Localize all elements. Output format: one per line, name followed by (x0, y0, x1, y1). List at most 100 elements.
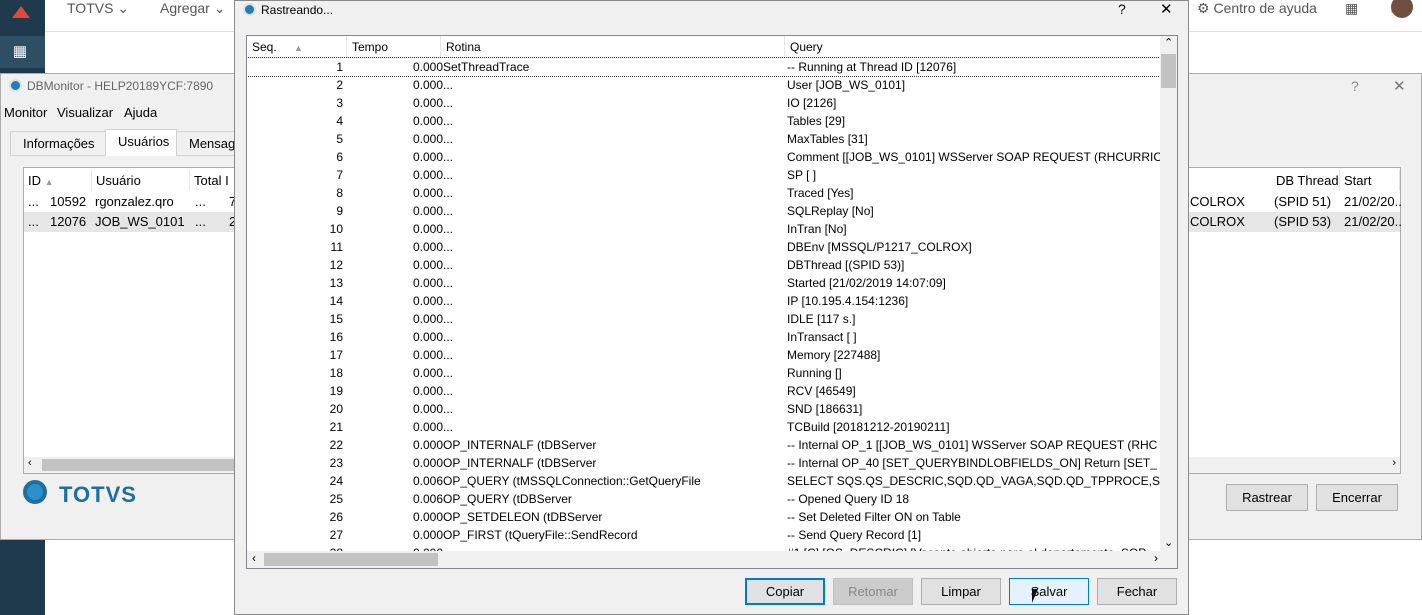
trace-row[interactable]: 27 0.000 OP_FIRST (tQueryFile::SendRecord -… (247, 526, 1162, 544)
cell-query: SQLReplay [No] (787, 204, 874, 218)
rastrear-button[interactable]: Rastrear (1226, 484, 1308, 511)
scroll-thumb[interactable] (1161, 54, 1176, 88)
trace-vscrollbar[interactable]: ⌃ ⌄ (1160, 36, 1177, 551)
trace-row-selected[interactable]: 1 0.000 SetThreadTrace -- Running at Thread… (247, 57, 1163, 77)
menu-monitor[interactable]: Monitor (4, 105, 47, 120)
encerrar-button[interactable]: Encerrar (1316, 484, 1398, 511)
scroll-thumb[interactable] (42, 459, 242, 471)
salvar-button[interactable]: Salvar (1009, 578, 1089, 605)
column-usuario[interactable]: Usuário (92, 170, 190, 191)
trace-hscrollbar[interactable]: ‹ › (247, 551, 1162, 568)
row-thread: (SPID 51) (1274, 194, 1332, 209)
scroll-left-icon[interactable]: ‹ (28, 457, 32, 469)
row-id: 10592 (50, 194, 87, 209)
limpar-button[interactable]: Limpar (921, 578, 1001, 605)
cell-query: Started [21/02/2019 14:07:09] (787, 276, 946, 290)
menu-visualizar[interactable]: Visualizar (57, 105, 113, 120)
trace-row[interactable]: 18 0.000... Running [] (247, 364, 1162, 382)
scroll-left-icon[interactable]: ‹ (252, 551, 256, 565)
trace-row[interactable]: 11 0.000... DBEnv [MSSQL/P1217_COLROX] (247, 238, 1162, 256)
trace-row[interactable]: 8 0.000... Traced [Yes] (247, 184, 1162, 202)
cell-rotina: ... (443, 420, 454, 434)
trace-row[interactable]: 10 0.000... InTran [No] (247, 220, 1162, 238)
cell-rotina: ... (443, 204, 454, 218)
row-dots2: ... (195, 194, 206, 209)
cell-seq: 17 (329, 348, 343, 362)
cell-query: Memory [227488] (787, 348, 881, 362)
trace-row[interactable]: 5 0.000... MaxTables [31] (247, 130, 1162, 148)
trace-row[interactable]: 4 0.000... Tables [29] (247, 112, 1162, 130)
totvs-logo-icon[interactable] (12, 6, 30, 18)
dbmonitor-close-button[interactable]: ✕ (1393, 77, 1406, 95)
trace-row[interactable]: 2 0.000... User [JOB_WS_0101] (247, 76, 1162, 94)
cell-tempo: 0.000 (412, 294, 443, 308)
trace-row[interactable]: 20 0.000... SND [186631] (247, 400, 1162, 418)
copiar-button[interactable]: Copiar (745, 578, 825, 605)
dialog-help-button[interactable]: ? (1118, 1, 1126, 17)
trace-row[interactable]: 16 0.000... InTransact [ ] (247, 328, 1162, 346)
cell-seq: 11 (330, 240, 343, 254)
trace-row[interactable]: 6 0.000... Comment [[JOB_WS_0101] WSServer… (247, 148, 1162, 166)
trace-row[interactable]: 25 0.006 OP_QUERY (tDBServer -- Opened Quer… (247, 490, 1162, 508)
trace-row[interactable]: 23 0.000 OP_INTERNALF (tDBServer -- Interna… (247, 454, 1162, 472)
trace-row[interactable]: 3 0.000... IO [2126] (247, 94, 1162, 112)
trace-row[interactable]: 26 0.000 OP_SETDELEON (tDBServer -- Set Del… (247, 508, 1162, 526)
column-total[interactable]: Total I (190, 170, 238, 191)
scroll-right-icon[interactable]: › (1154, 551, 1158, 565)
user-avatar[interactable] (1391, 0, 1413, 18)
fechar-button[interactable]: Fechar (1097, 578, 1177, 605)
trace-row[interactable]: 9 0.000... SQLReplay [No] (247, 202, 1162, 220)
column-seq-label: Seq. (252, 40, 277, 54)
trace-row[interactable]: 21 0.000... TCBuild [20181212-20190211] (247, 418, 1162, 436)
menu-totvs[interactable]: TOTVS ⌄ (67, 0, 129, 16)
cell-query: IP [10.195.4.154:1236] (787, 294, 909, 308)
column-query[interactable]: Query (785, 36, 1162, 58)
cell-rotina: OP_INTERNALF (tDBServer (443, 456, 597, 470)
column-tempo[interactable]: Tempo (347, 36, 441, 58)
dbmonitor-help-button[interactable]: ? (1351, 78, 1359, 94)
trace-row[interactable]: 19 0.000... RCV [46549] (247, 382, 1162, 400)
cell-tempo: 0.000 (412, 348, 443, 362)
scroll-up-icon[interactable]: ⌃ (1164, 36, 1173, 49)
trace-row[interactable]: 24 0.006 OP_QUERY (tMSSQLConnection::GetQu… (247, 472, 1162, 490)
cell-query: -- Send Query Record [1] (787, 528, 922, 542)
trace-row[interactable]: 22 0.000 OP_INTERNALF (tDBServer -- Interna… (247, 436, 1162, 454)
scroll-right-icon[interactable]: › (1392, 457, 1396, 469)
help-center-link[interactable]: ⚙ Centro de ayuda (1197, 0, 1317, 16)
tab-mensagens[interactable]: Mensag (176, 131, 236, 156)
trace-row[interactable]: 17 0.000... Memory [227488] (247, 346, 1162, 364)
tab-usuarios[interactable]: Usuários (105, 129, 177, 156)
trace-row[interactable]: 14 0.000... IP [10.195.4.154:1236] (247, 292, 1162, 310)
cell-seq: 18 (329, 366, 343, 380)
column-id[interactable]: ID ▲ (24, 170, 92, 191)
cell-tempo: 0.000 (412, 456, 443, 470)
book-icon[interactable]: ▦ (10, 44, 30, 60)
tab-informacoes[interactable]: Informações (10, 131, 106, 156)
trace-row[interactable]: 13 0.000... Started [21/02/2019 14:07:09] (247, 274, 1162, 292)
retomar-button[interactable]: Retomar (833, 578, 913, 605)
cell-rotina: ... (443, 330, 454, 344)
cell-query: Tables [29] (787, 114, 846, 128)
menu-agregar[interactable]: Agregar ⌄ (160, 0, 225, 16)
cell-rotina: OP_QUERY (tDBServer (443, 492, 572, 506)
apps-grid-icon[interactable]: ▦ (1345, 0, 1358, 16)
trace-grid[interactable]: Seq. ▲ Tempo Rotina Query 1 0.000 SetThrea… (246, 35, 1178, 569)
scroll-down-icon[interactable]: ⌄ (1164, 536, 1173, 549)
trace-row[interactable]: 7 0.000... SP [ ] (247, 166, 1162, 184)
scroll-corner (1160, 551, 1177, 568)
scroll-thumb[interactable] (264, 553, 438, 566)
cell-seq: 1 (336, 60, 343, 74)
dialog-close-button[interactable]: ✕ (1160, 0, 1173, 18)
menu-ajuda[interactable]: Ajuda (124, 105, 157, 120)
column-db-thread[interactable]: DB Thread (1272, 170, 1340, 191)
cell-rotina: ... (443, 402, 454, 416)
cell-seq: 13 (329, 276, 343, 290)
cell-rotina: ... (443, 240, 454, 254)
column-start[interactable]: Start (1340, 170, 1400, 191)
cell-rotina: ... (443, 276, 454, 290)
trace-row[interactable]: 15 0.000... IDLE [117 s.] (247, 310, 1162, 328)
trace-row[interactable]: 12 0.000... DBThread [(SPID 53)] (247, 256, 1162, 274)
column-rotina[interactable]: Rotina (441, 36, 785, 58)
row-start: 21/02/20.. (1344, 194, 1402, 209)
column-seq[interactable]: Seq. ▲ (247, 36, 347, 58)
